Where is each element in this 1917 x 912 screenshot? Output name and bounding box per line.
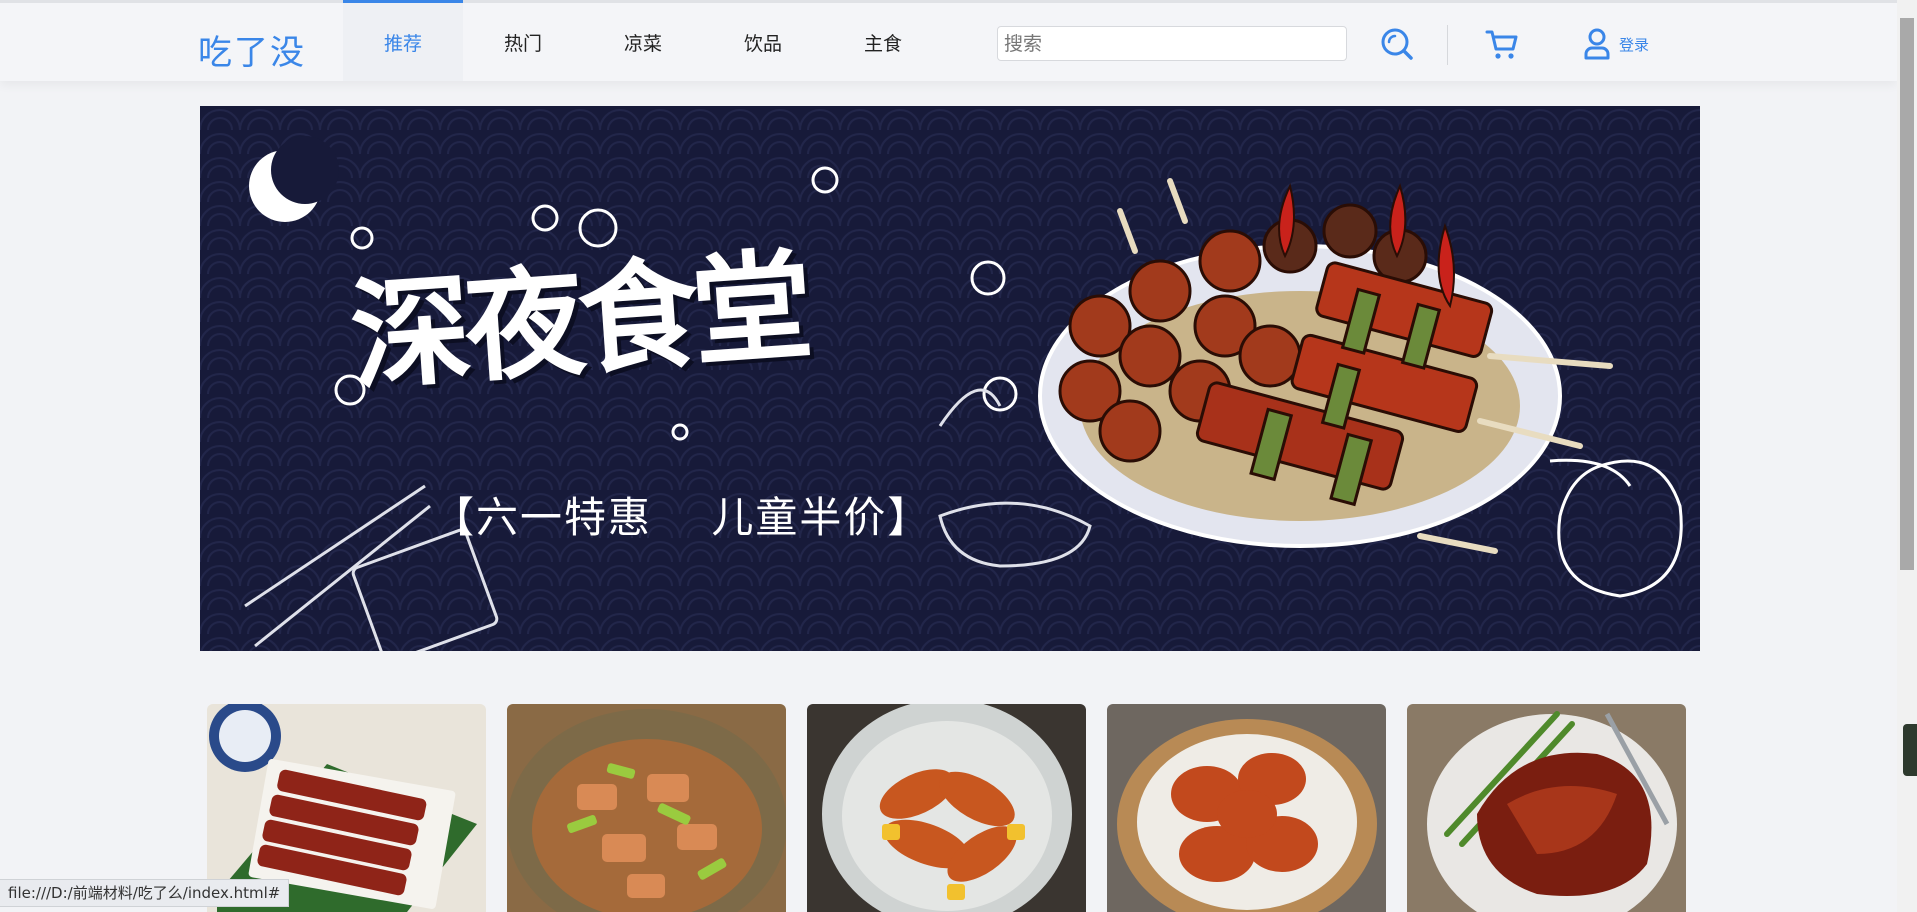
cart-icon (1485, 30, 1518, 59)
banner-promo-text: 【六一特惠 儿童半价】 (432, 493, 932, 542)
site-logo[interactable]: 吃了没 (198, 25, 306, 74)
dish-card-fried-chicken[interactable] (1107, 704, 1386, 912)
scrollbar-thumb[interactable] (1900, 18, 1914, 570)
user-icon (1584, 28, 1610, 60)
header-divider (1447, 25, 1448, 65)
fried-chicken-image (1107, 704, 1386, 912)
stir-fry-image (507, 704, 786, 912)
wings-image (807, 704, 1086, 912)
top-nav-bar: 吃了没 推荐 热门 凉菜 饮品 主食 登录 (0, 0, 1897, 81)
promo-banner[interactable]: 深夜食堂 【六一特惠 儿童半价】 (200, 106, 1700, 651)
banner-title: 深夜食堂 (346, 235, 812, 408)
nav-tab-cold-dishes[interactable]: 凉菜 (583, 3, 703, 81)
dish-card-roast-duck[interactable] (1407, 704, 1686, 912)
search-input[interactable] (997, 26, 1347, 61)
dish-card-stir-fry[interactable] (507, 704, 786, 912)
roast-duck-image (1407, 704, 1686, 912)
nav-tab-recommend[interactable]: 推荐 (343, 0, 463, 81)
dish-card-wings[interactable] (807, 704, 1086, 912)
nav-tab-hot[interactable]: 热门 (463, 3, 583, 81)
search-button[interactable] (1380, 27, 1414, 61)
cart-button[interactable] (1485, 27, 1519, 61)
search-icon (1381, 28, 1413, 60)
nav-tab-staple-food[interactable]: 主食 (823, 3, 943, 81)
login-button[interactable]: 登录 (1583, 28, 1649, 60)
dish-card-row (207, 704, 1686, 912)
nav-tab-drinks[interactable]: 饮品 (703, 3, 823, 81)
browser-status-url: file:///D:/前端材料/吃了么/index.html# (0, 879, 290, 907)
main-nav: 推荐 热门 凉菜 饮品 主食 (343, 0, 943, 81)
floating-side-tab[interactable] (1903, 724, 1917, 776)
login-label: 登录 (1619, 35, 1650, 54)
